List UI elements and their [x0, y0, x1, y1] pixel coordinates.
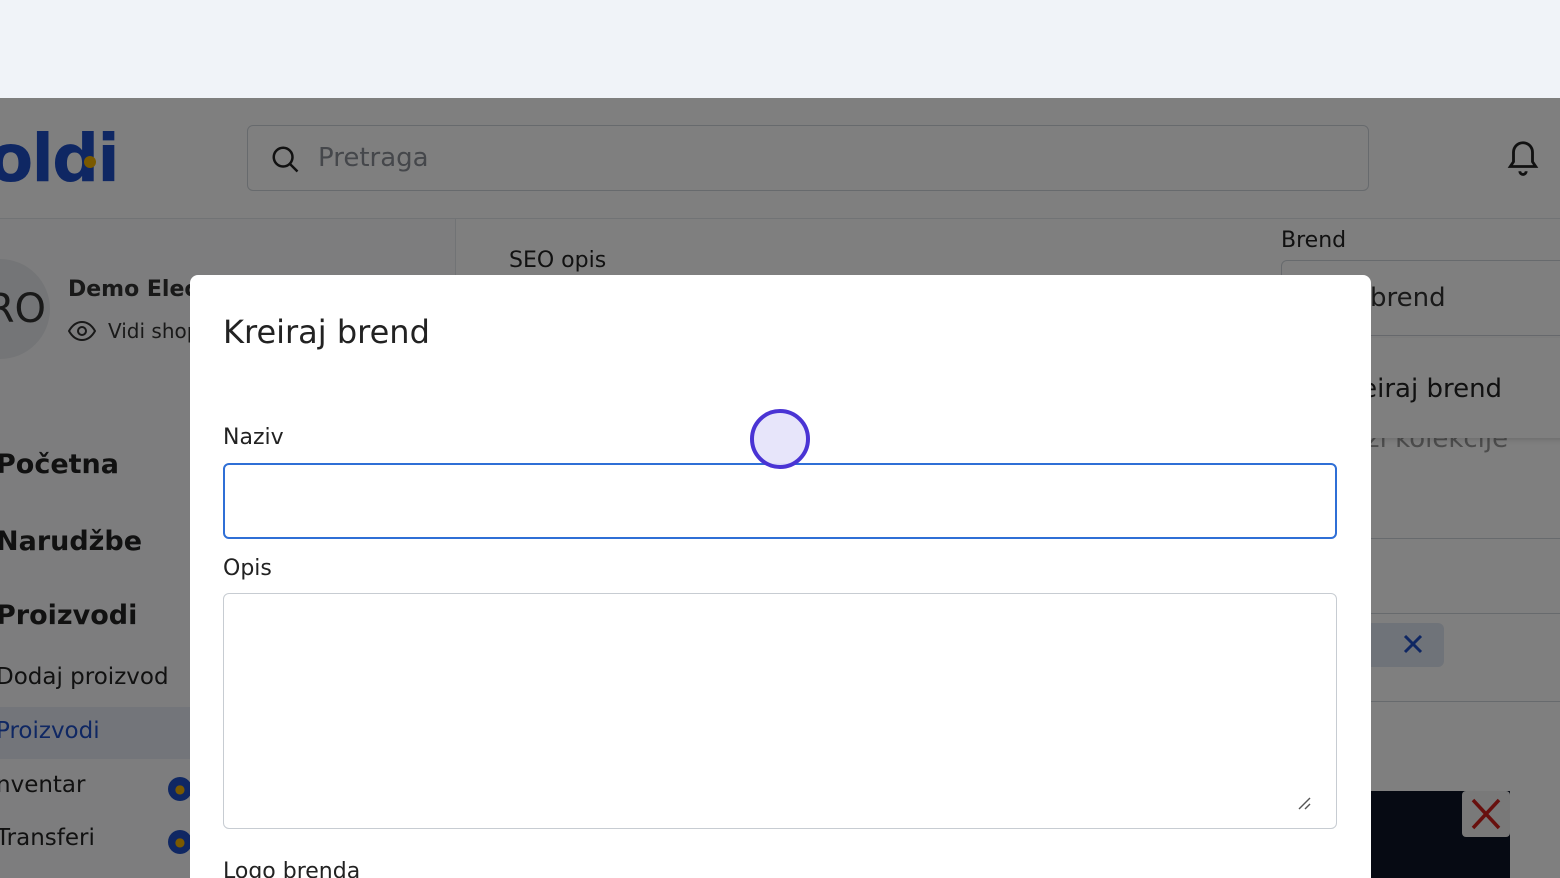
name-input[interactable]	[223, 463, 1337, 539]
cursor-indicator	[750, 409, 810, 469]
description-textarea[interactable]	[223, 593, 1337, 829]
browser-top-strip	[0, 0, 1560, 98]
name-label: Naziv	[223, 425, 284, 450]
resize-handle-icon[interactable]	[1296, 795, 1312, 811]
modal-title: Kreiraj brend	[223, 313, 430, 351]
logo-label: Logo brenda	[223, 859, 361, 878]
description-label: Opis	[223, 556, 272, 581]
create-brand-modal: Kreiraj brend Naziv Opis Logo brenda	[190, 275, 1371, 878]
